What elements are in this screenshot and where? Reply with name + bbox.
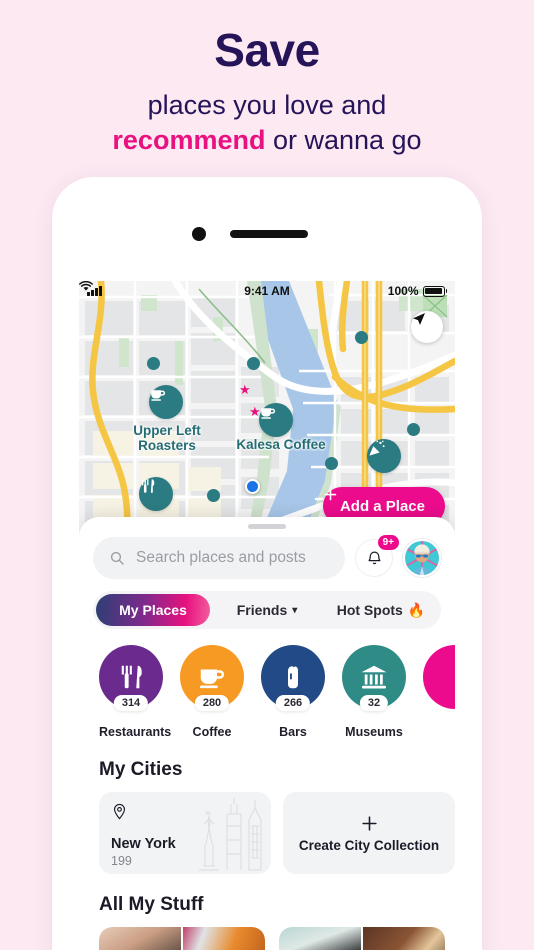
- nyc-skyline-illustration: [199, 798, 262, 871]
- fork-knife-icon: [142, 479, 155, 493]
- stuff-card-1[interactable]: [99, 927, 265, 950]
- category-list[interactable]: 314 Restaurants 280 Coffee 266 Bars 32 M…: [79, 629, 455, 739]
- map-dot-pin[interactable]: [147, 357, 160, 370]
- map-dot-pin[interactable]: [247, 357, 260, 370]
- category-restaurants[interactable]: 314 Restaurants: [99, 645, 172, 739]
- add-a-place-label: Add a Place: [339, 497, 425, 515]
- map-view[interactable]: 9:41 AM 100% ★ ★ Upper Left Roasters Kal…: [79, 281, 455, 541]
- coffee-cup-icon: [200, 669, 225, 689]
- user-avatar[interactable]: [403, 539, 441, 577]
- stuff-thumbnail: [183, 927, 265, 950]
- coffee-cup-icon: [261, 408, 276, 419]
- fire-icon: 🔥: [407, 601, 426, 618]
- my-cities-list[interactable]: New York 199 Create City Collection: [79, 781, 455, 874]
- stuff-thumbnail: [363, 927, 445, 950]
- promo-subtitle-line2: recommend or wanna go: [0, 123, 534, 158]
- phone-mockup: 9:41 AM 100% ★ ★ Upper Left Roasters Kal…: [52, 177, 482, 950]
- restaurant-pin[interactable]: [139, 477, 173, 511]
- stuff-card-2[interactable]: [279, 927, 445, 950]
- promo-header: Save places you love and recommend or wa…: [0, 0, 534, 157]
- party-icon: [369, 440, 385, 456]
- promo-subtitle-rest: or wanna go: [265, 124, 422, 155]
- stuff-thumbnail: [99, 927, 181, 950]
- locate-me-button[interactable]: [411, 311, 443, 343]
- camera-icon: [192, 227, 206, 241]
- create-city-collection-button[interactable]: Create City Collection: [283, 792, 455, 874]
- filter-tabs: My Places Friends ▾ Hot Spots 🔥: [93, 591, 441, 629]
- fork-knife-icon: [121, 665, 142, 689]
- map-star-marker[interactable]: ★: [239, 383, 251, 396]
- city-card-new-york[interactable]: New York 199: [99, 792, 271, 874]
- category-label: Coffee: [192, 725, 232, 739]
- speaker-grille: [230, 230, 308, 238]
- phone-top-bezel: [52, 177, 482, 281]
- map-dot-pin[interactable]: [207, 489, 220, 502]
- notifications-button[interactable]: 9+: [355, 535, 399, 577]
- tab-friends-label: Friends: [236, 602, 288, 618]
- map-label-upper-left-roasters: Upper Left Roasters: [133, 423, 201, 454]
- promo-highlight: recommend: [112, 124, 266, 155]
- bell-icon: [368, 551, 380, 564]
- category-label: Museums: [345, 725, 403, 739]
- nightlife-pin[interactable]: [367, 439, 401, 473]
- kalesa-coffee-pin[interactable]: [259, 403, 293, 437]
- map-label-kalesa-coffee: Kalesa Coffee: [236, 437, 326, 452]
- upper-left-roasters-pin[interactable]: [149, 385, 183, 419]
- navigation-arrow-icon: [413, 313, 425, 325]
- create-city-collection-label: Create City Collection: [298, 837, 440, 853]
- map-star-marker[interactable]: ★: [249, 405, 261, 418]
- promo-subtitle-line1: places you love and: [147, 90, 387, 121]
- status-bar: 9:41 AM 100%: [79, 281, 455, 301]
- category-count: 32: [359, 695, 389, 711]
- map-dot-pin[interactable]: [407, 423, 420, 436]
- tab-my-places-label: My Places: [119, 602, 187, 618]
- search-placeholder: Search places and posts: [136, 549, 306, 566]
- category-label: Restaurants: [99, 725, 172, 739]
- my-cities-title: My Cities: [99, 759, 183, 780]
- category-count: 280: [194, 695, 230, 711]
- search-input[interactable]: Search places and posts: [93, 537, 345, 579]
- tab-friends[interactable]: Friends ▾: [210, 594, 324, 626]
- notification-badge: 9+: [377, 535, 399, 550]
- user-location-dot: [245, 479, 260, 494]
- plus-icon: [324, 488, 337, 501]
- tab-my-places[interactable]: My Places: [96, 594, 210, 626]
- category-count: 266: [275, 695, 311, 711]
- category-bars[interactable]: 266 Bars: [261, 645, 325, 739]
- phone-screen: 9:41 AM 100% ★ ★ Upper Left Roasters Kal…: [79, 281, 455, 950]
- stuff-thumbnail: [279, 927, 361, 950]
- category-coffee[interactable]: 280 Coffee: [180, 645, 244, 739]
- bottom-sheet: Search places and posts 9+ My Places Fri…: [79, 517, 455, 950]
- chevron-down-icon: ▾: [292, 604, 298, 616]
- all-my-stuff-title: All My Stuff: [99, 894, 204, 915]
- status-bar-time: 9:41 AM: [244, 284, 290, 298]
- category-count: 314: [113, 695, 149, 711]
- search-row: Search places and posts 9+: [79, 529, 455, 579]
- coffee-cup-icon: [151, 390, 166, 401]
- page-title: Save: [214, 24, 320, 76]
- category-label: Bars: [279, 725, 307, 739]
- plus-icon: [361, 815, 377, 831]
- category-museums[interactable]: 32 Museums: [342, 645, 406, 739]
- map-dot-pin[interactable]: [325, 457, 338, 470]
- location-pin-icon: [113, 803, 126, 820]
- search-icon: [110, 551, 124, 565]
- category-circle: [423, 645, 455, 709]
- promo-subtitle: places you love and recommend or wanna g…: [0, 88, 534, 157]
- beer-glass-icon: [288, 666, 298, 689]
- all-my-stuff-list[interactable]: [79, 916, 455, 950]
- tab-hot-spots-label: Hot Spots: [336, 602, 403, 618]
- tab-hot-spots[interactable]: Hot Spots 🔥: [324, 594, 438, 626]
- museum-icon: [361, 665, 387, 689]
- map-dot-pin[interactable]: [355, 331, 368, 344]
- avatar-image: [405, 541, 439, 575]
- category-partial[interactable]: [423, 645, 455, 739]
